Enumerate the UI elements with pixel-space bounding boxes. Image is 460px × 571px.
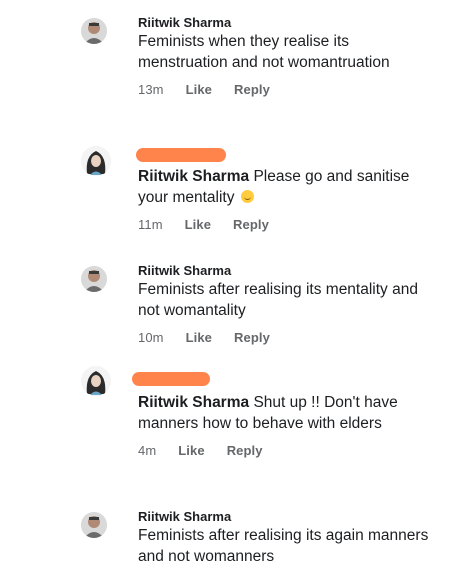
avatar[interactable] [81, 146, 111, 176]
comment-text: Riitwik Sharma Shut up !! Don't have man… [138, 392, 438, 434]
comment-timestamp: 13m [138, 82, 164, 97]
male-avatar-icon [81, 266, 107, 292]
like-button[interactable]: Like [185, 217, 211, 232]
avatar[interactable] [81, 18, 107, 44]
reply-button[interactable]: Reply [233, 217, 269, 232]
reply-button[interactable]: Reply [227, 443, 263, 458]
female-avatar-icon [81, 146, 111, 176]
comment-author[interactable]: Riitwik Sharma [138, 394, 249, 411]
comment-text: Feminists when they realise its menstrua… [138, 33, 390, 71]
reply-button[interactable]: Reply [234, 82, 270, 97]
reply-button[interactable]: Reply [234, 330, 270, 345]
like-button[interactable]: Like [186, 330, 212, 345]
comment-thread: Riitwik Sharma Feminists when they reali… [0, 0, 460, 571]
comment-timestamp: 10m [138, 330, 164, 345]
comment-text: Feminists after realising its mentality … [138, 281, 418, 319]
comment-author[interactable]: Riitwik Sharma [138, 14, 438, 31]
avatar[interactable] [81, 266, 107, 292]
comment-author[interactable]: Riitwik Sharma [138, 508, 438, 525]
comment-author[interactable]: Riitwik Sharma [138, 262, 438, 279]
comment-author[interactable]: Riitwik Sharma [138, 168, 249, 185]
avatar[interactable] [81, 366, 111, 396]
male-avatar-icon [81, 18, 107, 44]
like-button[interactable]: Like [178, 443, 204, 458]
female-avatar-icon [81, 366, 111, 396]
avatar[interactable] [81, 512, 107, 538]
redaction-mark [136, 148, 226, 162]
comment-timestamp: 4m [138, 443, 157, 458]
male-avatar-icon [81, 512, 107, 538]
comment-timestamp: 11m [138, 217, 163, 232]
like-button[interactable]: Like [186, 82, 212, 97]
comment-text: Feminists after realising its again mann… [138, 527, 429, 565]
smiling-face-icon [240, 190, 254, 203]
redaction-mark [132, 372, 210, 386]
comment-text: Riitwik Sharma Please go and sanitise yo… [138, 166, 438, 208]
